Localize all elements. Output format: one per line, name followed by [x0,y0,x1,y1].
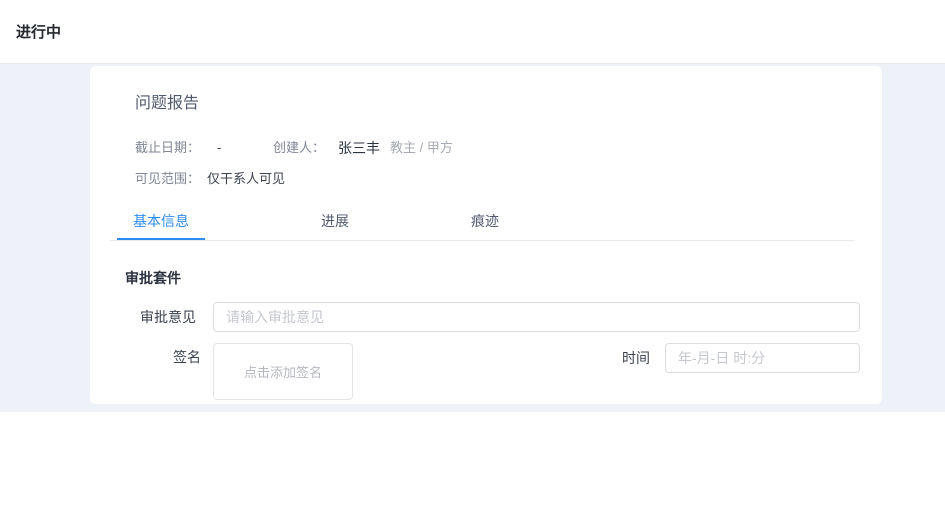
deadline-label: 截止日期： [135,140,201,155]
creator-role: 教主 / 甲方 [390,140,453,155]
tab-traces[interactable]: 痕迹 [445,211,525,240]
approval-opinion-input[interactable] [213,302,860,332]
tab-bar-divider [110,240,855,241]
time-input[interactable] [665,343,860,373]
card-title: 问题报告 [135,95,200,112]
signature-add-box[interactable]: 点击添加签名 [213,343,353,400]
tab-basic-info[interactable]: 基本信息 [117,211,205,240]
time-label: 时间 [622,350,650,366]
signature-label: 签名 [173,349,201,365]
page-status-title: 进行中 [16,24,62,41]
creator-label: 创建人： [273,140,326,155]
approval-card: 问题报告 截止日期： - 创建人： 张三丰 教主 / 甲方 可见范围： 仅干系人… [90,66,882,404]
scope-label: 可见范围： [135,171,201,186]
scope-value: 仅干系人可见 [207,171,286,186]
top-header-bar: 进行中 [0,0,945,64]
screen: 进行中 问题报告 截止日期： - 创建人： 张三丰 教主 / 甲方 可见范围： … [0,0,945,525]
creator-name: 张三丰 [338,140,380,156]
tab-progress[interactable]: 进展 [295,211,375,240]
approval-suite-section-title: 审批套件 [125,270,181,286]
signature-placeholder-text: 点击添加签名 [243,365,322,380]
footer-action-bar: 1000/1000 同意 保留意见 驳回 [0,412,945,525]
deadline-value: - [217,140,222,155]
approval-opinion-label: 审批意见 [140,309,196,325]
